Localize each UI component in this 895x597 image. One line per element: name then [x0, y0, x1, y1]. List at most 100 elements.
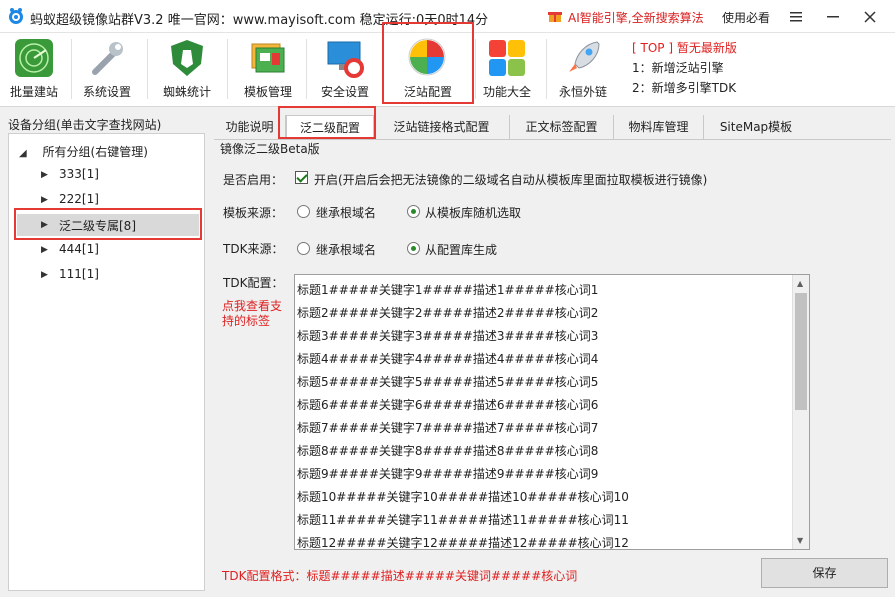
scroll-thumb[interactable]	[795, 293, 807, 410]
save-button[interactable]: 保存	[761, 558, 888, 588]
all-features-label: 功能大全	[482, 85, 531, 99]
tab-material-library[interactable]: 物料库管理	[614, 115, 704, 140]
template-icon	[251, 43, 285, 73]
colorful-globe-icon	[408, 38, 446, 76]
close-icon	[864, 10, 876, 23]
shield-horse-icon	[171, 40, 203, 76]
enable-text[interactable]: 开启(开启后会把无法镜像的二级域名自动从模板库里面拉取模板进行镜像)	[314, 171, 707, 188]
template-random-text[interactable]: 从模板库随机选取	[425, 204, 521, 221]
tdk-scrollbar[interactable]: ▲ ▼	[792, 275, 809, 549]
template-source-label: 模板来源：	[223, 206, 284, 220]
batch-build-label: 批量建站	[9, 85, 58, 99]
highlight-box	[278, 106, 376, 139]
permanent-links-button[interactable]: 永恒外链	[549, 33, 617, 105]
tree-item-label[interactable]: 222[1]	[59, 192, 99, 206]
all-features-button[interactable]: 功能大全	[473, 33, 541, 105]
tree-item-333[interactable]: ▶ 333[1]	[17, 164, 199, 186]
chevron-right-icon[interactable]: ▶	[41, 245, 48, 255]
tab-feature-description[interactable]: 功能说明	[214, 115, 286, 140]
tdk-line: 标题1#####关键字1#####描述1#####核心词1	[297, 283, 599, 297]
tdk-line: 标题10#####关键字10#####描述10#####核心词10	[297, 490, 629, 504]
tab-sitemap-template[interactable]: SiteMap模板	[704, 115, 808, 140]
toolbar-divider	[546, 39, 547, 99]
template-manage-button[interactable]: 模板管理	[234, 33, 302, 105]
enable-label: 是否启用：	[223, 173, 284, 187]
wrench-icon	[92, 42, 123, 75]
hamburger-icon	[790, 11, 802, 21]
chevron-right-icon[interactable]: ▶	[41, 270, 48, 280]
security-settings-button[interactable]: 安全设置	[311, 33, 379, 105]
tdk-config-label: TDK配置：	[223, 276, 284, 290]
rocket-icon	[569, 41, 600, 72]
tdk-line: 标题12#####关键字12#####描述12#####核心词12	[297, 536, 629, 550]
ant-logo-icon	[9, 8, 23, 24]
spider-stats-label: 蜘蛛统计	[162, 85, 211, 99]
tree-root-item[interactable]: ◢ 所有分组(右键管理)	[19, 143, 148, 160]
device-group-title: 设备分组(单击文字查找网站)	[8, 118, 162, 132]
apps-grid-icon	[489, 40, 525, 76]
tree-item-label[interactable]: 333[1]	[59, 167, 99, 181]
news-headline[interactable]: [ TOP ] 暂无最新版	[632, 38, 882, 58]
tdk-line: 标题11#####关键字11#####描述11#####核心词11	[297, 513, 629, 527]
tdk-help-link[interactable]: 点我查看支持的标签	[222, 299, 288, 329]
minimize-icon	[827, 15, 839, 17]
radar-icon	[15, 39, 53, 77]
tdk-config-radio[interactable]	[407, 242, 420, 255]
template-inherit-radio[interactable]	[297, 205, 310, 218]
pan-site-config-button[interactable]: 泛站配置	[382, 22, 474, 104]
chevron-right-icon[interactable]: ▶	[41, 195, 48, 205]
tdk-line: 标题2#####关键字2#####描述2#####核心词2	[297, 306, 599, 320]
scroll-up-icon[interactable]: ▲	[797, 279, 803, 288]
main-toolbar: 批量建站 系统设置 蜘蛛统计 模板管理 安全设置 泛站配置 功能大全 永恒外链 …	[0, 22, 895, 107]
gift-icon	[548, 12, 562, 22]
news-line: 1：新增泛站引擎	[632, 61, 724, 75]
tdk-line: 标题6#####关键字6#####描述6#####核心词6	[297, 398, 599, 412]
tree-item-label[interactable]: 111[1]	[59, 267, 99, 281]
tree-item-label[interactable]: 444[1]	[59, 242, 99, 256]
toolbar-divider	[147, 39, 148, 99]
toolbar-divider	[306, 39, 307, 99]
section-title: 镜像泛二级Beta版	[220, 142, 320, 156]
monitor-lifebuoy-icon	[327, 41, 364, 78]
chevron-down-icon[interactable]: ◢	[19, 148, 27, 159]
template-random-radio[interactable]	[407, 205, 420, 218]
tdk-config-textarea[interactable]: 标题1#####关键字1#####描述1#####核心词1 标题2#####关键…	[294, 274, 810, 550]
toolbar-divider	[227, 39, 228, 99]
tab-link-format-config[interactable]: 泛站链接格式配置	[374, 115, 510, 140]
tree-root-label[interactable]: 所有分组(右键管理)	[43, 145, 148, 159]
permanent-links-label: 永恒外链	[558, 85, 607, 99]
help-link[interactable]: 使用必看	[722, 9, 770, 26]
tdk-inherit-text[interactable]: 继承根域名	[316, 241, 376, 258]
news-panel: [ TOP ] 暂无最新版 1：新增泛站引擎 2：新增多引擎TDK	[632, 38, 882, 98]
tree-item-111[interactable]: ▶ 111[1]	[17, 264, 199, 286]
system-settings-label: 系统设置	[82, 85, 131, 99]
toolbar-divider	[71, 39, 72, 99]
menu-button[interactable]	[778, 0, 814, 33]
tdk-inherit-radio[interactable]	[297, 242, 310, 255]
highlight-box	[14, 208, 202, 240]
group-tree[interactable]: ◢ 所有分组(右键管理) ▶ 333[1] ▶ 222[1] ▶ 泛二级专属[8…	[8, 133, 205, 591]
ai-engine-promo-link[interactable]: AI智能引擎,全新搜索算法	[568, 9, 704, 26]
enable-checkbox[interactable]	[295, 171, 308, 184]
news-line: 2：新增多引擎TDK	[632, 81, 737, 95]
template-inherit-text[interactable]: 继承根域名	[316, 204, 376, 221]
tdk-line: 标题5#####关键字5#####描述5#####核心词5	[297, 375, 599, 389]
batch-build-button[interactable]: 批量建站	[0, 33, 68, 105]
tdk-source-label: TDK来源：	[223, 242, 284, 256]
tdk-line: 标题4#####关键字4#####描述4#####核心词4	[297, 352, 599, 366]
tdk-line: 标题7#####关键字7#####描述7#####核心词7	[297, 421, 599, 435]
chevron-right-icon[interactable]: ▶	[41, 170, 48, 180]
system-settings-button[interactable]: 系统设置	[73, 33, 141, 105]
tdk-line: 标题3#####关键字3#####描述3#####核心词3	[297, 329, 599, 343]
tdk-format-hint: TDK配置格式：标题#####描述#####关键词#####核心词	[222, 569, 578, 583]
minimize-button[interactable]	[815, 0, 851, 33]
tab-body-tag-config[interactable]: 正文标签配置	[510, 115, 614, 140]
close-button[interactable]	[852, 0, 888, 33]
tdk-line: 标题8#####关键字8#####描述8#####核心词8	[297, 444, 599, 458]
tree-item-444[interactable]: ▶ 444[1]	[17, 239, 199, 261]
security-settings-label: 安全设置	[320, 85, 369, 99]
scroll-down-icon[interactable]: ▼	[797, 536, 803, 545]
pan-site-config-label: 泛站配置	[403, 85, 452, 99]
spider-stats-button[interactable]: 蜘蛛统计	[153, 33, 221, 105]
tdk-config-text[interactable]: 从配置库生成	[425, 241, 497, 258]
